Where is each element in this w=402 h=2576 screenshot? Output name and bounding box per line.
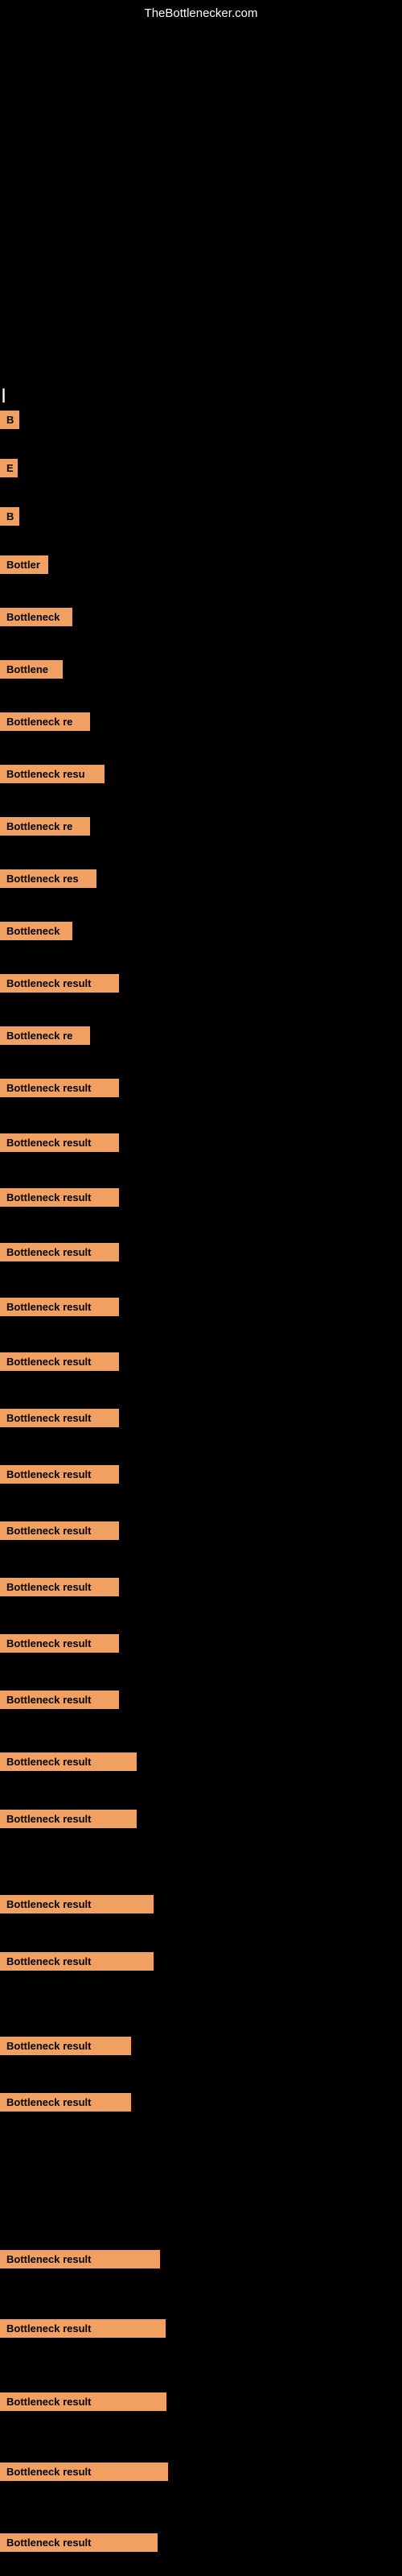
- bottleneck-result-item[interactable]: Bottler: [0, 555, 48, 574]
- bottleneck-result-item[interactable]: Bottleneck result: [0, 1188, 119, 1207]
- bottleneck-result-item[interactable]: Bottleneck result: [0, 2462, 168, 2481]
- bottleneck-result-item[interactable]: Bottleneck result: [0, 2392, 166, 2411]
- bottleneck-result-item[interactable]: Bottleneck result: [0, 1298, 119, 1316]
- bottleneck-result-item[interactable]: B: [0, 411, 19, 429]
- bottleneck-result-item[interactable]: Bottleneck re: [0, 712, 90, 731]
- bottleneck-result-item[interactable]: Bottleneck result: [0, 1352, 119, 1371]
- bottleneck-result-item[interactable]: Bottleneck result: [0, 1634, 119, 1653]
- bottleneck-result-item[interactable]: Bottleneck result: [0, 2533, 158, 2552]
- bottleneck-result-item[interactable]: Bottleneck result: [0, 2037, 131, 2055]
- bottleneck-result-item[interactable]: Bottleneck result: [0, 1521, 119, 1540]
- bottleneck-result-item[interactable]: Bottleneck resu: [0, 765, 105, 783]
- bottleneck-result-item[interactable]: Bottleneck result: [0, 1895, 154, 1913]
- bottleneck-result-item[interactable]: Bottleneck result: [0, 2093, 131, 2112]
- bottleneck-result-item[interactable]: Bottleneck result: [0, 1079, 119, 1097]
- bottleneck-result-item[interactable]: Bottleneck result: [0, 2319, 166, 2338]
- bottleneck-result-item[interactable]: Bottleneck result: [0, 1578, 119, 1596]
- bottleneck-result-item[interactable]: Bottleneck result: [0, 1465, 119, 1484]
- bottleneck-result-item[interactable]: Bottleneck: [0, 608, 72, 626]
- bottleneck-result-item[interactable]: E: [0, 459, 18, 477]
- bottleneck-result-item[interactable]: Bottleneck: [0, 922, 72, 940]
- bottleneck-result-item[interactable]: Bottleneck result: [0, 2250, 160, 2268]
- bottleneck-result-item[interactable]: Bottlene: [0, 660, 63, 679]
- site-title: TheBottlenecker.com: [145, 6, 258, 20]
- bottleneck-result-item[interactable]: Bottleneck result: [0, 1952, 154, 1971]
- bottleneck-result-item[interactable]: Bottleneck result: [0, 1243, 119, 1261]
- bottleneck-result-item[interactable]: Bottleneck result: [0, 1810, 137, 1828]
- bottleneck-result-item[interactable]: Bottleneck result: [0, 974, 119, 993]
- cursor: |: [2, 386, 6, 403]
- bottleneck-result-item[interactable]: Bottleneck re: [0, 1026, 90, 1045]
- bottleneck-result-item[interactable]: Bottleneck result: [0, 1752, 137, 1771]
- bottleneck-result-item[interactable]: Bottleneck result: [0, 1133, 119, 1152]
- bottleneck-result-item[interactable]: Bottleneck result: [0, 1409, 119, 1427]
- bottleneck-result-item[interactable]: Bottleneck re: [0, 817, 90, 836]
- bottleneck-result-item[interactable]: Bottleneck result: [0, 1690, 119, 1709]
- bottleneck-result-item[interactable]: Bottleneck res: [0, 869, 96, 888]
- bottleneck-result-item[interactable]: B: [0, 507, 19, 526]
